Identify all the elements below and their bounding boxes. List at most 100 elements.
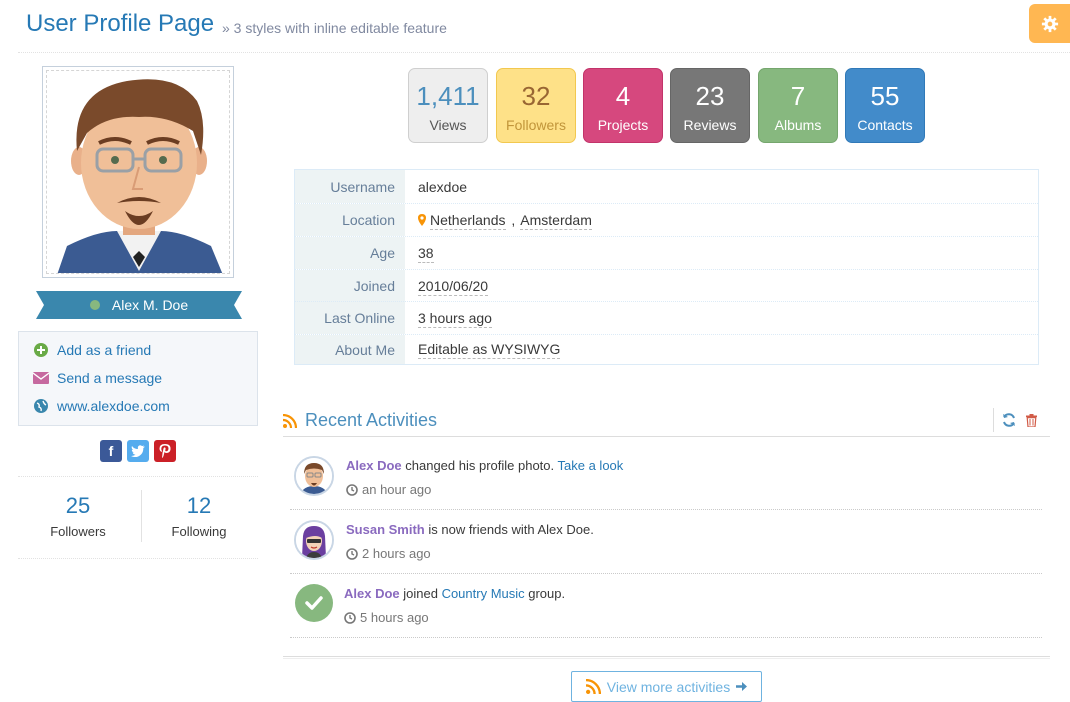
user-avatar[interactable] (294, 456, 334, 496)
profile-avatar[interactable] (42, 66, 234, 278)
followers-label: Followers (50, 524, 106, 539)
stat-albums[interactable]: 7 Albums (758, 68, 838, 143)
activity-user[interactable]: Alex Doe (344, 586, 400, 601)
stat-projects[interactable]: 4 Projects (583, 68, 663, 143)
info-row-joined: Joined 2010/06/20 (295, 269, 1038, 302)
info-row-last-online: Last Online 3 hours ago (295, 301, 1038, 334)
add-friend-label: Add as a friend (57, 342, 152, 358)
activity-time-text: 2 hours ago (362, 546, 431, 561)
activity-link[interactable]: Country Music (442, 586, 525, 601)
stat-value: 32 (521, 81, 551, 111)
activity-time-text: an hour ago (362, 482, 432, 497)
stat-label: Followers (506, 117, 566, 133)
globe-icon (33, 398, 49, 414)
info-label: Last Online (295, 302, 405, 334)
divider (18, 476, 258, 477)
activity-item: Susan Smith is now friends with Alex Doe… (290, 510, 1042, 574)
view-more-activities-button[interactable]: View more activities (571, 671, 762, 702)
divider (141, 490, 142, 542)
clock-icon (346, 547, 358, 560)
stat-contacts[interactable]: 55 Contacts (845, 68, 925, 143)
stat-label: Albums (774, 117, 822, 133)
clock-icon (344, 611, 356, 624)
activity-time: an hour ago (346, 482, 431, 497)
info-label: About Me (295, 335, 405, 364)
settings-button[interactable] (1029, 4, 1070, 43)
age-value[interactable]: 38 (418, 244, 434, 263)
activity-message-tail: group. (524, 586, 566, 601)
activity-text: Alex Doe joined Country Music group. (344, 586, 565, 601)
stat-value: 1,411 (416, 81, 480, 111)
activity-user[interactable]: Susan Smith (346, 522, 425, 537)
stat-label: Projects (597, 117, 649, 133)
username-value[interactable]: alexdoe (418, 179, 467, 195)
activities-toolbar (993, 408, 1037, 432)
user-avatar[interactable] (294, 520, 334, 560)
pinterest-icon[interactable] (154, 440, 176, 462)
activity-text: Alex Doe changed his profile photo. Take… (346, 458, 623, 473)
last-online-value[interactable]: 3 hours ago (418, 309, 492, 328)
profile-name: Alex M. Doe (111, 297, 189, 313)
activity-text: Susan Smith is now friends with Alex Doe… (346, 522, 594, 537)
about-value[interactable]: Editable as WYSIWYG (418, 340, 561, 359)
send-message-link[interactable]: Send a message (33, 370, 162, 386)
info-label: Location (295, 204, 405, 236)
add-friend-link[interactable]: Add as a friend (33, 342, 151, 358)
twitter-icon[interactable] (127, 440, 149, 462)
city-value[interactable]: Amsterdam (520, 211, 592, 230)
profile-info-table: Username alexdoe Location Netherlands , … (294, 169, 1039, 365)
following-label: Following (171, 524, 227, 539)
activity-user[interactable]: Alex Doe (346, 458, 402, 473)
map-marker-icon (418, 214, 426, 226)
profile-name-ribbon: Alex M. Doe (36, 291, 242, 319)
stat-views[interactable]: 1,411 Views (408, 68, 488, 143)
divider (283, 436, 1050, 437)
online-status-indicator (89, 300, 100, 310)
trash-icon[interactable] (1026, 413, 1037, 427)
stat-value: 55 (870, 81, 900, 111)
recent-activities-label: Recent Activities (305, 410, 438, 430)
following-count: 12 (186, 493, 212, 518)
followers-count-box[interactable]: 25 Followers (28, 492, 128, 542)
info-label: Age (295, 237, 405, 269)
stat-reviews[interactable]: 23 Reviews (670, 68, 750, 143)
gear-icon (1041, 15, 1058, 32)
following-count-box[interactable]: 12 Following (149, 492, 249, 542)
view-more-label: View more activities (606, 678, 731, 695)
followers-count: 25 (65, 493, 91, 518)
activity-time: 5 hours ago (344, 610, 429, 625)
website-label: www.alexdoe.com (57, 398, 170, 414)
rss-icon (283, 413, 297, 428)
divider (18, 558, 258, 559)
page-subtitle: » 3 styles with inline editable feature (222, 20, 447, 36)
stat-label: Views (429, 117, 467, 133)
divider (283, 656, 1050, 659)
send-message-label: Send a message (57, 370, 163, 386)
activity-message: changed his profile photo. (401, 458, 558, 473)
activity-item: Alex Doe joined Country Music group. 5 h… (290, 574, 1042, 638)
info-row-about: About Me Editable as WYSIWYG (295, 334, 1038, 364)
info-label: Username (295, 170, 405, 203)
refresh-icon[interactable] (1002, 413, 1016, 427)
page-title: User Profile Page (26, 10, 215, 37)
avatar-image (57, 79, 223, 273)
stat-followers[interactable]: 32 Followers (496, 68, 576, 143)
activity-link[interactable]: Take a look (558, 458, 624, 473)
stat-value: 4 (615, 81, 631, 111)
info-row-username: Username alexdoe (295, 170, 1038, 203)
arrow-right-icon (736, 681, 748, 692)
rss-icon (585, 679, 601, 694)
country-value[interactable]: Netherlands (430, 211, 506, 230)
recent-activities-title: Recent Activities (283, 410, 437, 431)
stat-value: 7 (790, 81, 806, 111)
clock-icon (346, 483, 358, 496)
joined-value[interactable]: 2010/06/20 (418, 277, 489, 296)
website-link[interactable]: www.alexdoe.com (33, 398, 170, 414)
activity-time: 2 hours ago (346, 546, 431, 561)
check-icon (295, 584, 333, 622)
envelope-icon (33, 370, 49, 386)
header-divider (18, 52, 1070, 53)
activity-message: joined (399, 586, 442, 601)
activity-item: Alex Doe changed his profile photo. Take… (290, 446, 1042, 510)
facebook-icon[interactable]: f (100, 440, 122, 462)
